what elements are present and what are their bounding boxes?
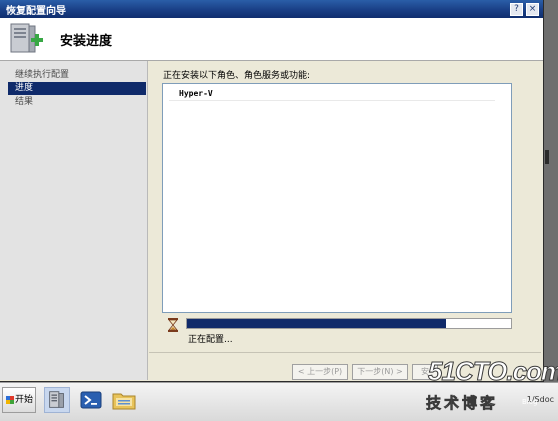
button-divider	[149, 352, 541, 353]
list-item[interactable]: Hyper-V	[169, 88, 495, 101]
wizard-steps: 继续执行配置 进度 结果	[0, 61, 148, 380]
title-buttons: ? ×	[510, 2, 539, 16]
list-item-label: Hyper-V	[179, 89, 213, 98]
help-icon[interactable]: ?	[510, 2, 523, 16]
watermark-blog: 技术博客	[426, 394, 499, 413]
progress-fill	[187, 319, 447, 328]
step-progress[interactable]: 进度	[8, 82, 146, 95]
start-button[interactable]: 开始	[2, 387, 36, 413]
install-list[interactable]: Hyper-V	[162, 83, 512, 313]
folder-icon[interactable]	[111, 387, 137, 413]
step-continue-config[interactable]: 继续执行配置	[8, 69, 146, 82]
close-icon[interactable]: ×	[526, 2, 539, 16]
watermark-site: 51CTO.com	[427, 356, 558, 387]
watermark: 51CTO.com 技术博客 Blog	[418, 356, 558, 414]
window-edge-handle	[545, 150, 549, 164]
server-add-icon	[10, 23, 43, 53]
title-bar[interactable]: 恢复配置向导 ? ×	[0, 0, 543, 18]
back-button[interactable]: < 上一步(P)	[292, 364, 348, 380]
install-list-label: 正在安装以下角色、角色服务或功能:	[163, 71, 311, 81]
start-label: 开始	[15, 395, 34, 405]
wizard-window: 恢复配置向导 ? × 安装进度 继续执行配置 进度 结果 正在安装以下角色、角色…	[0, 0, 544, 382]
status-text: 正在配置...	[188, 335, 233, 345]
windows-logo-icon	[6, 395, 14, 404]
powershell-icon[interactable]	[78, 387, 104, 413]
page-title: 安装进度	[60, 34, 113, 49]
server-manager-icon[interactable]	[44, 387, 70, 413]
install-progress-bar	[186, 318, 512, 329]
watermark-small: Blog	[522, 398, 538, 406]
wizard-header: 安装进度	[0, 18, 543, 61]
screen: 恢复配置向导 ? × 安装进度 继续执行配置 进度 结果 正在安装以下角色、角色…	[0, 0, 558, 421]
step-results[interactable]: 结果	[8, 96, 146, 109]
hourglass-icon	[168, 318, 178, 332]
window-title: 恢复配置向导	[6, 6, 66, 17]
next-button[interactable]: 下一步(N) >	[352, 364, 408, 380]
